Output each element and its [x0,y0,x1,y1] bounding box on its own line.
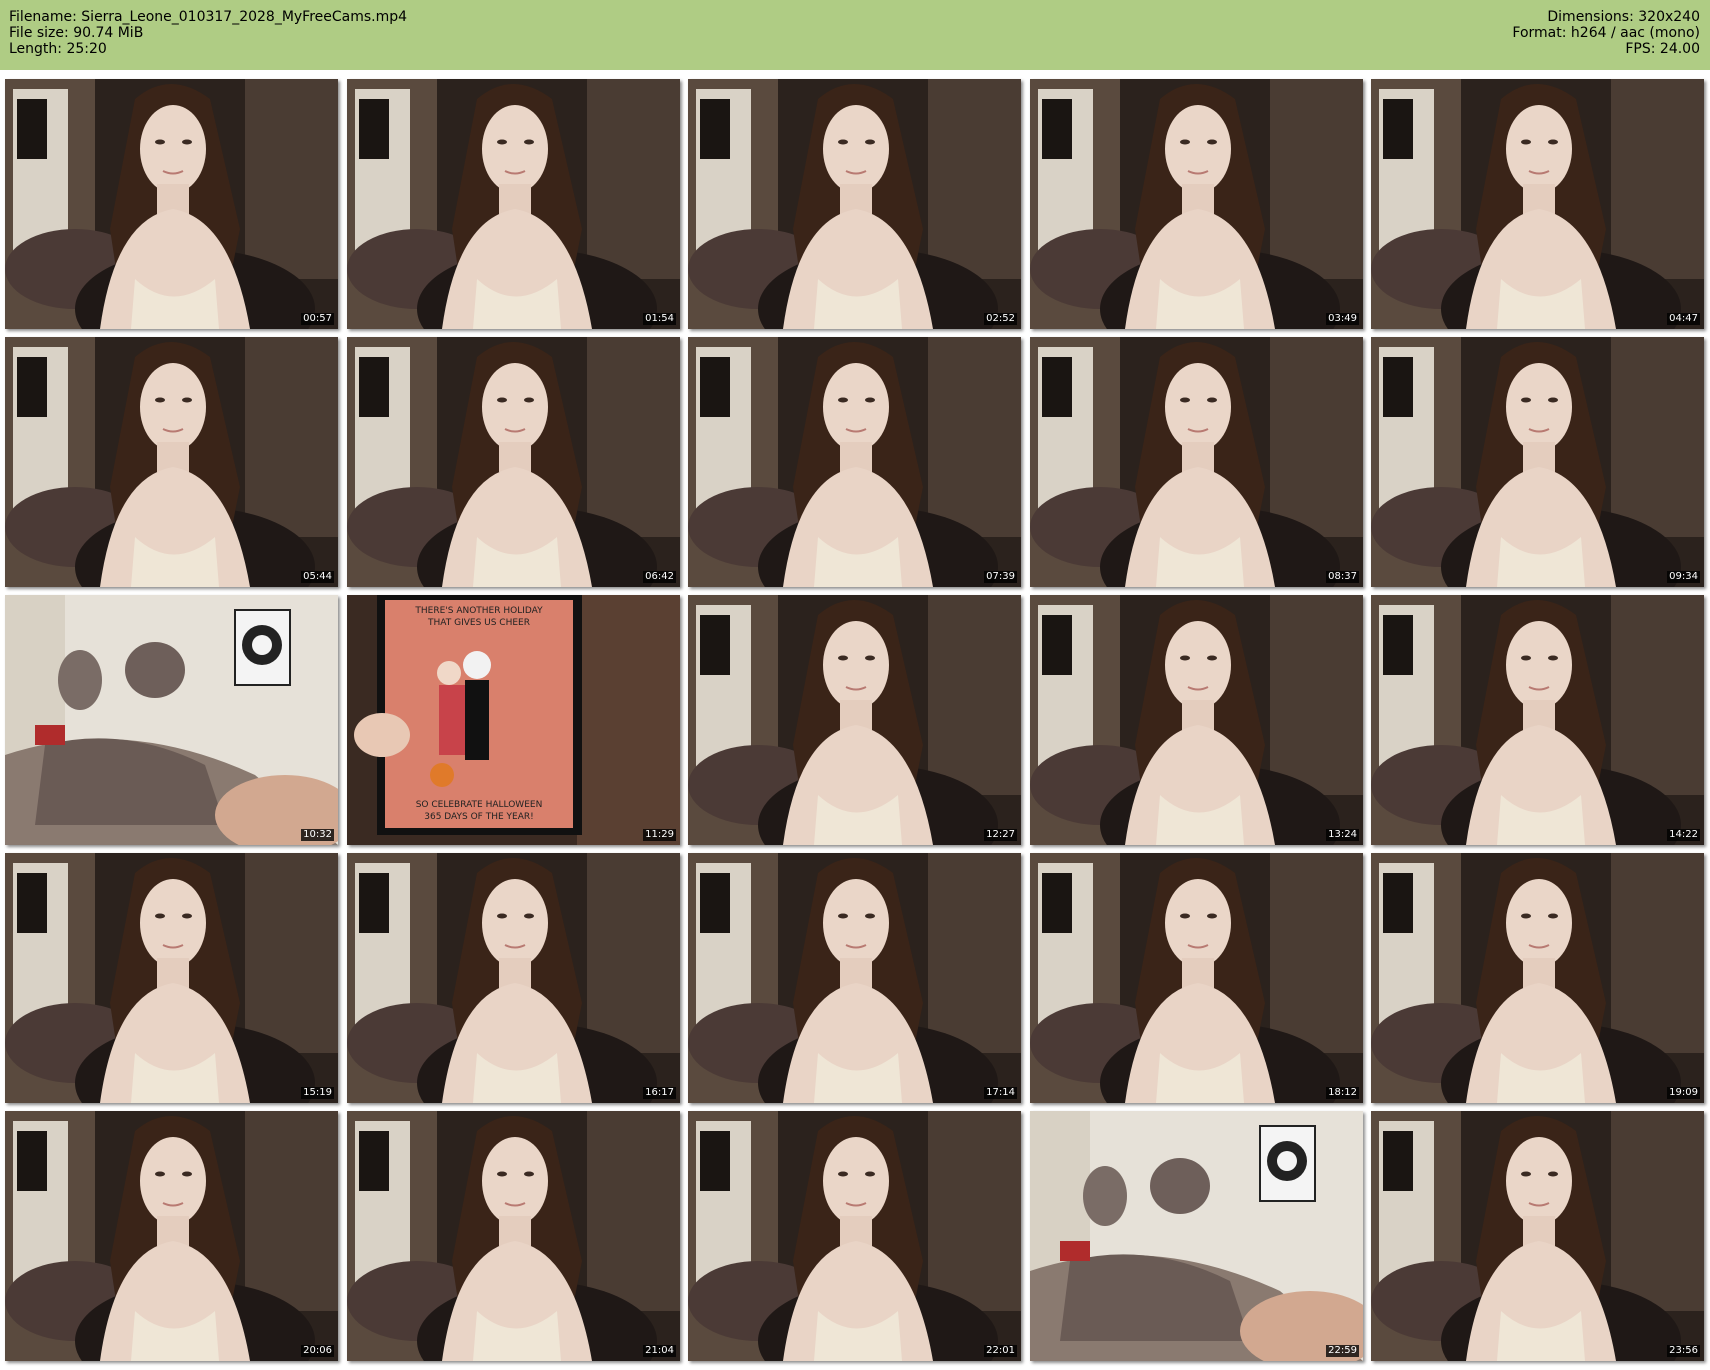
thumbnail-timestamp: 22:59 [1326,1345,1359,1357]
webcam-frame-image [1371,595,1704,845]
webcam-frame-image [688,853,1021,1103]
video-thumbnail[interactable]: 01:54 [347,79,680,329]
svg-text:SO CELEBRATE HALLOWEEN: SO CELEBRATE HALLOWEEN [416,800,543,810]
video-thumbnail[interactable]: 12:27 [688,595,1021,845]
video-thumbnail[interactable]: 04:47 [1371,79,1704,329]
webcam-frame-image [5,853,338,1103]
thumbnail-timestamp: 07:39 [984,571,1017,583]
webcam-frame-image [1371,337,1704,587]
thumbnail-timestamp: 23:56 [1667,1345,1700,1357]
thumbnail-timestamp: 19:09 [1667,1087,1700,1099]
thumbnail-timestamp: 05:44 [301,571,334,583]
webcam-frame-image [5,337,338,587]
filesize-text: File size: 90.74 MiB [9,25,144,41]
video-thumbnail[interactable]: 17:14 [688,853,1021,1103]
webcam-frame-image [688,79,1021,329]
thumbnail-timestamp: 03:49 [1326,313,1359,325]
video-thumbnail[interactable]: 21:04 [347,1111,680,1361]
thumbnail-timestamp: 22:01 [984,1345,1017,1357]
fps-text: FPS: 24.00 [1625,41,1700,57]
halloween-card-image: THERE'S ANOTHER HOLIDAY THAT GIVES US CH… [347,595,680,845]
video-thumbnail[interactable]: 23:56 [1371,1111,1704,1361]
webcam-frame-image [1371,853,1704,1103]
video-thumbnail[interactable]: 14:22 [1371,595,1704,845]
filename-text: Filename: Sierra_Leone_010317_2028_MyFre… [9,9,408,25]
video-thumbnail[interactable]: 07:39 [688,337,1021,587]
video-thumbnail[interactable]: 19:09 [1371,853,1704,1103]
webcam-frame-image [688,1111,1021,1361]
thumbnail-grid: 00:57 01:54 02:52 03:49 04:47 05:44 06:4… [5,79,1705,1365]
file-info-right: Dimensions: 320x240 Format: h264 / aac (… [1512,9,1700,57]
webcam-frame-image [5,79,338,329]
thumbnail-timestamp: 21:04 [643,1345,676,1357]
webcam-frame-image [1371,79,1704,329]
thumbnail-timestamp: 18:12 [1326,1087,1359,1099]
thumbnail-timestamp: 20:06 [301,1345,334,1357]
video-thumbnail[interactable]: 22:59 [1030,1111,1363,1361]
svg-text:365 DAYS OF THE YEAR!: 365 DAYS OF THE YEAR! [424,812,533,822]
thumbnail-timestamp: 10:32 [301,829,334,841]
video-thumbnail[interactable]: 20:06 [5,1111,338,1361]
video-thumbnail[interactable]: 06:42 [347,337,680,587]
webcam-frame-image [347,79,680,329]
webcam-frame-image [688,337,1021,587]
video-thumbnail[interactable]: 05:44 [5,337,338,587]
thumbnail-timestamp: 13:24 [1326,829,1359,841]
video-thumbnail[interactable]: 22:01 [688,1111,1021,1361]
webcam-frame-image [347,853,680,1103]
thumbnail-timestamp: 17:14 [984,1087,1017,1099]
video-thumbnail[interactable]: 10:32 [5,595,338,845]
thumbnail-timestamp: 14:22 [1667,829,1700,841]
thumbnail-timestamp: 15:19 [301,1087,334,1099]
file-info-left: Filename: Sierra_Leone_010317_2028_MyFre… [9,9,407,57]
webcam-frame-image [1030,79,1363,329]
video-thumbnail[interactable]: 08:37 [1030,337,1363,587]
info-header: Filename: Sierra_Leone_010317_2028_MyFre… [0,0,1710,70]
length-text: Length: 25:20 [9,41,107,57]
video-thumbnail[interactable]: 03:49 [1030,79,1363,329]
thumbnail-timestamp: 11:29 [643,829,676,841]
thumbnail-timestamp: 00:57 [301,313,334,325]
video-thumbnail[interactable]: 16:17 [347,853,680,1103]
webcam-frame-image [5,1111,338,1361]
thumbnail-timestamp: 16:17 [643,1087,676,1099]
svg-text:THERE'S ANOTHER HOLIDAY: THERE'S ANOTHER HOLIDAY [414,606,543,616]
video-thumbnail[interactable]: 09:34 [1371,337,1704,587]
webcam-frame-image [347,337,680,587]
thumbnail-timestamp: 08:37 [1326,571,1359,583]
webcam-frame-image [1030,595,1363,845]
format-text: Format: h264 / aac (mono) [1512,25,1700,41]
thumbnail-timestamp: 01:54 [643,313,676,325]
room-scene-image [5,595,338,845]
thumbnail-timestamp: 04:47 [1667,313,1700,325]
webcam-frame-image [1030,337,1363,587]
thumbnail-timestamp: 06:42 [643,571,676,583]
webcam-frame-image [688,595,1021,845]
thumbnail-timestamp: 12:27 [984,829,1017,841]
webcam-frame-image [1030,853,1363,1103]
webcam-frame-image [1371,1111,1704,1361]
video-thumbnail[interactable]: THERE'S ANOTHER HOLIDAY THAT GIVES US CH… [347,595,680,845]
room-scene-image [1030,1111,1363,1361]
video-thumbnail[interactable]: 13:24 [1030,595,1363,845]
webcam-frame-image [347,1111,680,1361]
video-thumbnail[interactable]: 02:52 [688,79,1021,329]
thumbnail-timestamp: 09:34 [1667,571,1700,583]
video-thumbnail[interactable]: 18:12 [1030,853,1363,1103]
video-thumbnail[interactable]: 15:19 [5,853,338,1103]
svg-text:THAT GIVES US CHEER: THAT GIVES US CHEER [427,618,530,628]
thumbnail-timestamp: 02:52 [984,313,1017,325]
video-thumbnail[interactable]: 00:57 [5,79,338,329]
dimensions-text: Dimensions: 320x240 [1547,9,1700,25]
